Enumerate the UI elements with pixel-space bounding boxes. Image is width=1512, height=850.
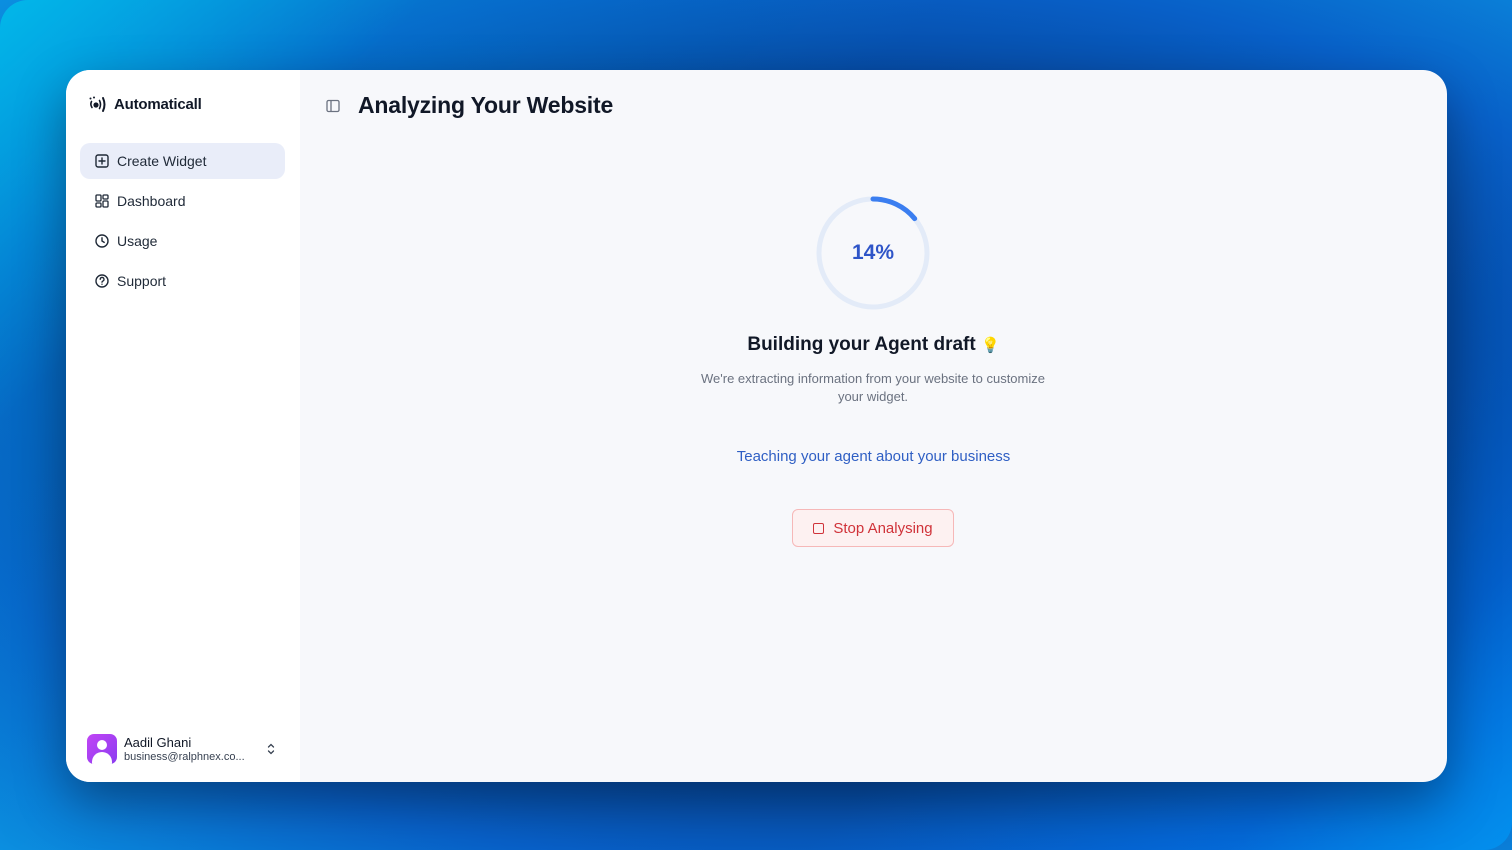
logo-text: Automaticall (114, 95, 202, 113)
status-description: We're extracting information from your w… (701, 371, 1045, 404)
logo[interactable]: Automaticall (88, 95, 202, 113)
app-window: Automaticall Create Widget Dashboard Usa… (66, 70, 1447, 782)
user-info: Aadil Ghani business@ralphnex.co... (124, 735, 258, 764)
progress-step-text: Teaching your agent about your business (736, 448, 1011, 465)
stop-analysing-label: Stop Analysing (833, 519, 933, 537)
sidebar-item-usage[interactable]: Usage (80, 223, 285, 259)
lightbulb-icon: 💡 (980, 337, 1000, 354)
main-content: Analyzing Your Website 14% Building your… (300, 70, 1447, 782)
grid-icon (94, 194, 109, 209)
sidebar-nav: Create Widget Dashboard Usage Support (80, 143, 285, 303)
sidebar-item-label: Create Widget (117, 153, 207, 169)
automaticall-logo-icon (88, 95, 110, 113)
sidebar-toggle-icon[interactable] (326, 99, 340, 113)
user-name: Aadil Ghani (124, 734, 192, 750)
sidebar-item-label: Usage (117, 233, 158, 249)
user-email: business@ralphnex.co... (124, 750, 245, 763)
sidebar-item-support[interactable]: Support (80, 263, 285, 299)
sidebar-item-label: Dashboard (117, 193, 186, 209)
progress-percent: 14% (851, 241, 895, 264)
avatar (87, 734, 117, 764)
status-heading: Building your Agent draft 💡 (300, 334, 1447, 356)
sidebar-item-label: Support (117, 273, 167, 289)
user-menu[interactable]: Aadil Ghani business@ralphnex.co... (87, 734, 277, 764)
sidebar: Automaticall Create Widget Dashboard Usa… (66, 70, 300, 782)
sidebar-item-create-widget[interactable]: Create Widget (80, 143, 285, 179)
stop-analysing-button[interactable]: Stop Analysing (792, 509, 954, 547)
clock-icon (94, 234, 109, 249)
progress-ring: 14% (814, 194, 932, 312)
help-circle-icon (94, 274, 109, 289)
plus-square-icon (94, 154, 109, 169)
page-title: Analyzing Your Website (358, 92, 614, 118)
chevron-up-down-icon[interactable] (265, 742, 277, 757)
status-heading-text: Building your Agent draft (747, 334, 976, 355)
sidebar-item-dashboard[interactable]: Dashboard (80, 183, 285, 219)
stop-icon (813, 522, 825, 534)
